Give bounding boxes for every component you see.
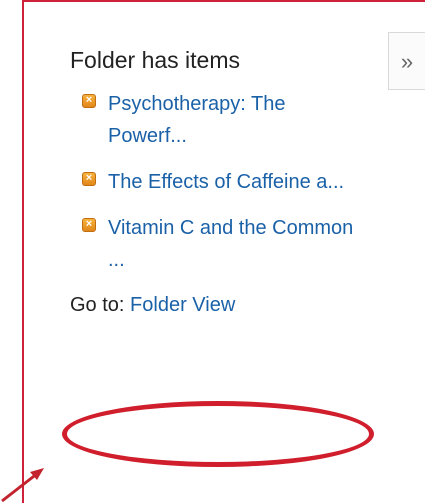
folder-view-link[interactable]: Folder View <box>130 294 235 316</box>
list-item: × Vitamin C and the Common ... <box>70 212 390 276</box>
list-item: × Psychotherapy: The Powerf... <box>70 88 390 152</box>
collapse-panel-button[interactable]: » <box>388 32 425 90</box>
orange-x-icon: × <box>82 218 96 232</box>
annotation-arrow <box>1 468 44 503</box>
folder-items-panel: Folder has items × Psychotherapy: The Po… <box>70 46 390 320</box>
list-item: × The Effects of Caffeine a... <box>70 166 390 198</box>
folder-items-list: × Psychotherapy: The Powerf... × The Eff… <box>70 88 390 276</box>
orange-x-icon: × <box>82 172 96 186</box>
goto-label: Go to: <box>70 294 125 316</box>
orange-x-icon: × <box>82 94 96 108</box>
goto-row: Go to: Folder View <box>70 290 390 320</box>
panel-title: Folder has items <box>70 47 241 73</box>
pointer-shape-clip <box>4 212 46 292</box>
folder-item-link[interactable]: Psychotherapy: The Powerf... <box>108 88 358 152</box>
folder-item-link[interactable]: The Effects of Caffeine a... <box>108 166 358 198</box>
folder-item-link[interactable]: Vitamin C and the Common ... <box>108 212 358 276</box>
